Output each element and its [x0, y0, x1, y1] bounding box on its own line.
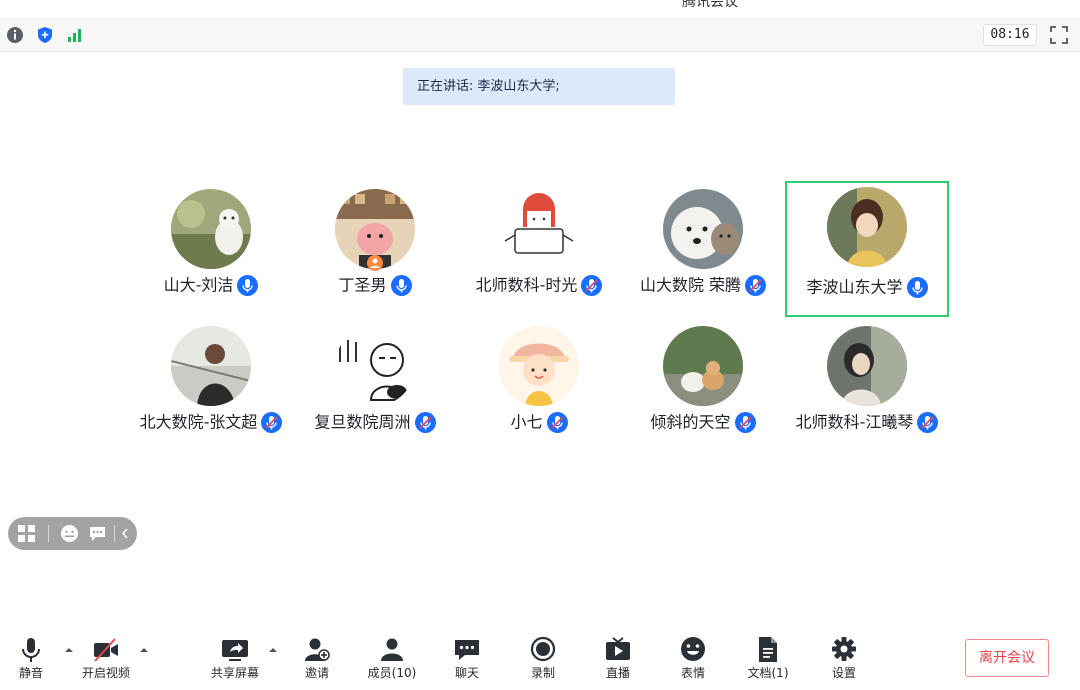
- settings-label: 设置: [831, 666, 856, 680]
- invite-label: 邀请: [304, 666, 329, 680]
- participant-name: 山大数院 荣腾: [639, 275, 742, 295]
- window-titlebar: 腾讯会议: [0, 0, 1080, 19]
- participant-tile[interactable]: 倾斜的天空: [621, 320, 785, 456]
- network-signal-icon[interactable]: [66, 26, 84, 44]
- fullscreen-icon[interactable]: [1049, 25, 1069, 45]
- participant-tile[interactable]: 复旦数院周洲: [293, 320, 457, 456]
- avatar: [663, 326, 743, 406]
- app-title: 腾讯会议: [682, 0, 738, 10]
- start-video-button[interactable]: 开启视频: [73, 636, 139, 690]
- avatar: [499, 326, 579, 406]
- security-shield-icon[interactable]: [36, 26, 54, 44]
- participant-name: 北大数院-张文超: [139, 412, 258, 432]
- chat-icon: [455, 640, 479, 660]
- emoji-icon: [681, 637, 705, 661]
- speaking-indicator: 正在讲话: 李波山东大学;: [403, 68, 675, 105]
- participant-name: 李波山东大学: [806, 277, 903, 297]
- share-options-caret-icon[interactable]: [268, 646, 278, 654]
- avatar: [335, 326, 415, 406]
- microphone-muted-icon: [745, 275, 767, 296]
- participant-tile[interactable]: 山大-刘洁: [129, 183, 293, 319]
- live-stream-icon: [606, 637, 630, 660]
- microphone-muted-icon: [734, 412, 756, 433]
- participant-name: 丁圣男: [338, 275, 387, 295]
- avatar: [171, 326, 251, 406]
- members-button[interactable]: 成员(10): [359, 636, 425, 690]
- invite-button[interactable]: 邀请: [284, 636, 350, 690]
- microphone-muted-icon: [917, 412, 939, 433]
- add-user-icon: [305, 638, 330, 661]
- avatar: [663, 189, 743, 269]
- mute-button[interactable]: 静音: [0, 636, 64, 690]
- participant-tile-active-speaker[interactable]: 李波山东大学: [785, 181, 949, 317]
- avatar: [827, 326, 907, 406]
- members-label: 成员(10): [367, 666, 417, 680]
- participant-name: 北师数科-时光: [475, 275, 578, 295]
- speaking-label: 正在讲话:: [417, 79, 474, 94]
- layout-grid-icon[interactable]: [17, 524, 36, 543]
- documents-button[interactable]: 文档(1): [735, 636, 801, 690]
- participant-tile[interactable]: 丁圣男: [293, 183, 457, 319]
- settings-button[interactable]: 设置: [811, 636, 877, 690]
- participant-name: 复旦数院周洲: [314, 412, 411, 432]
- microphone-muted-icon: [261, 412, 283, 433]
- meeting-toolbar: 静音 开启视频 共享屏幕 邀请 成员(10) 聊天 录制 直播 表情 文档(1)…: [0, 620, 1080, 690]
- divider: [48, 525, 49, 542]
- divider: [114, 525, 115, 542]
- meeting-status-bar: 08:16: [0, 19, 1080, 52]
- video-label: 开启视频: [81, 666, 130, 680]
- microphone-icon: [22, 638, 40, 662]
- info-icon[interactable]: [6, 26, 24, 44]
- participant-tile[interactable]: 山大数院 荣腾: [621, 183, 785, 319]
- microphone-muted-icon: [546, 412, 568, 433]
- participant-tile[interactable]: 北师数科-江曦琴: [785, 320, 949, 456]
- avatar: [171, 189, 251, 269]
- avatar: [499, 189, 579, 269]
- participant-name: 北师数科-江曦琴: [795, 412, 914, 432]
- participant-name: 小七: [510, 412, 543, 432]
- docs-label: 文档(1): [747, 666, 789, 680]
- microphone-on-icon: [906, 277, 928, 298]
- microphone-muted-icon: [581, 275, 603, 296]
- record-button[interactable]: 录制: [510, 636, 576, 690]
- participant-name: 山大-刘洁: [163, 275, 234, 295]
- microphone-on-icon: [390, 275, 412, 296]
- microphone-muted-icon: [414, 412, 436, 433]
- participant-tile[interactable]: 小七: [457, 320, 621, 456]
- collapse-chevron-left-icon[interactable]: [118, 524, 132, 543]
- members-icon: [381, 638, 403, 661]
- record-icon: [530, 636, 556, 662]
- video-off-icon: [94, 638, 118, 662]
- reactions-button[interactable]: 表情: [660, 636, 726, 690]
- leave-meeting-button[interactable]: 离开会议: [965, 639, 1049, 677]
- gear-icon: [832, 637, 856, 661]
- document-icon: [759, 637, 777, 662]
- share-label: 共享屏幕: [210, 666, 259, 680]
- meeting-timer: 08:16: [983, 24, 1037, 46]
- share-screen-icon: [222, 640, 248, 661]
- floating-layout-toolbar: [8, 517, 137, 550]
- reaction-emoji-icon[interactable]: [60, 524, 79, 543]
- emoji-label: 表情: [680, 666, 705, 680]
- live-stream-button[interactable]: 直播: [585, 636, 651, 690]
- share-screen-button[interactable]: 共享屏幕: [202, 636, 268, 690]
- microphone-on-icon: [237, 275, 259, 296]
- participant-name: 倾斜的天空: [650, 412, 731, 432]
- live-label: 直播: [605, 666, 630, 680]
- avatar: [827, 187, 907, 267]
- video-options-caret-icon[interactable]: [139, 646, 149, 654]
- participant-tile[interactable]: 北师数科-时光: [457, 183, 621, 319]
- chat-bubble-icon[interactable]: [88, 524, 107, 543]
- record-label: 录制: [530, 666, 555, 680]
- chat-button[interactable]: 聊天: [434, 636, 500, 690]
- chat-label: 聊天: [454, 666, 479, 680]
- participant-tile[interactable]: 北大数院-张文超: [129, 320, 293, 456]
- speaking-name: 李波山东大学;: [477, 79, 560, 94]
- host-badge-icon: [367, 255, 383, 271]
